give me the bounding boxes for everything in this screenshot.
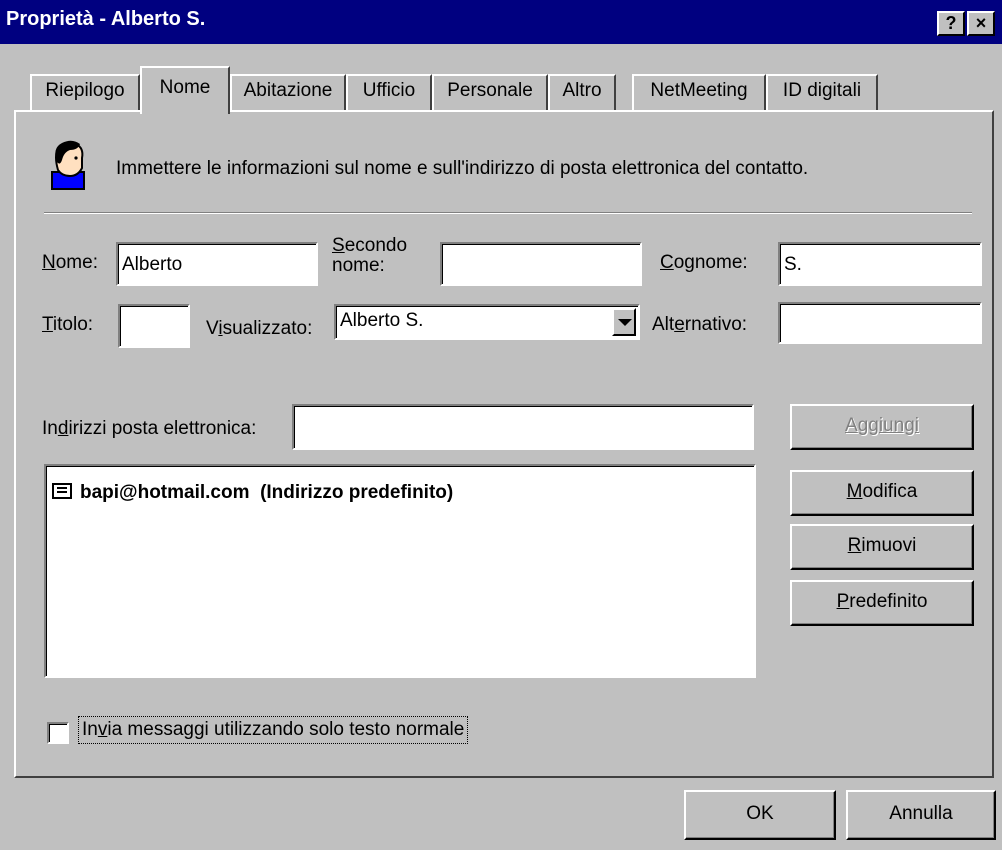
ok-button[interactable]: OK — [684, 790, 836, 840]
header-instructions: Immettere le informazioni sul nome e sul… — [116, 158, 809, 179]
visualizzato-selected-value: Alberto S. — [340, 310, 424, 331]
email-default-note: (Indirizzo predefinito) — [260, 482, 454, 503]
annulla-button[interactable]: Annulla — [846, 790, 996, 840]
tab-altro[interactable]: Altro — [548, 74, 616, 112]
email-address: bapi@hotmail.com — [80, 482, 250, 503]
tab-riepilogo[interactable]: Riepilogo — [30, 74, 140, 112]
titolo-field[interactable] — [118, 304, 190, 348]
secondo-nome-field[interactable] — [440, 242, 642, 286]
contact-person-icon — [48, 138, 88, 190]
tab-nome[interactable]: Nome — [140, 66, 230, 114]
cognome-label: Cognome: — [660, 252, 748, 273]
tab-netmeeting[interactable]: NetMeeting — [632, 74, 766, 112]
titolo-label: Titolo: — [42, 314, 94, 335]
nome-field[interactable]: Alberto — [116, 242, 318, 286]
alternativo-label: Alternativo: — [652, 314, 748, 335]
alternativo-field[interactable] — [778, 302, 982, 344]
cognome-field[interactable]: S. — [778, 242, 982, 286]
email-label: Indirizzi posta elettronica: — [42, 418, 257, 439]
visualizzato-select[interactable]: Alberto S. — [334, 304, 640, 340]
chevron-down-icon[interactable] — [612, 308, 636, 336]
title-bar: Proprietà - Alberto S. ? × — [0, 0, 1002, 44]
email-input[interactable] — [292, 404, 754, 450]
tab-personale[interactable]: Personale — [432, 74, 548, 112]
help-button[interactable]: ? — [937, 11, 965, 36]
plain-text-checkbox[interactable] — [47, 722, 69, 744]
secondo-nome-label: Secondo nome: — [332, 235, 408, 276]
envelope-icon — [52, 483, 72, 499]
modifica-button[interactable]: Modifica — [790, 470, 974, 516]
tab-id-digitali[interactable]: ID digitali — [766, 74, 878, 112]
rimuovi-button[interactable]: Rimuovi — [790, 524, 974, 570]
header-divider — [44, 212, 972, 214]
close-button[interactable]: × — [967, 11, 995, 36]
list-item[interactable]: bapi@hotmail.com (Indirizzo predefinito) — [52, 482, 453, 504]
visualizzato-label: Visualizzato: — [206, 318, 313, 339]
tab-abitazione[interactable]: Abitazione — [230, 74, 346, 112]
plain-text-checkbox-label[interactable]: Invia messaggi utilizzando solo testo no… — [78, 716, 469, 744]
window-title: Proprietà - Alberto S. — [6, 8, 206, 30]
nome-label: Nome: — [42, 252, 98, 273]
aggiungi-button[interactable]: Aggiungi — [790, 404, 974, 450]
predefinito-button[interactable]: Predefinito — [790, 580, 974, 626]
tab-ufficio[interactable]: Ufficio — [346, 74, 432, 112]
close-icon: × — [975, 13, 987, 33]
